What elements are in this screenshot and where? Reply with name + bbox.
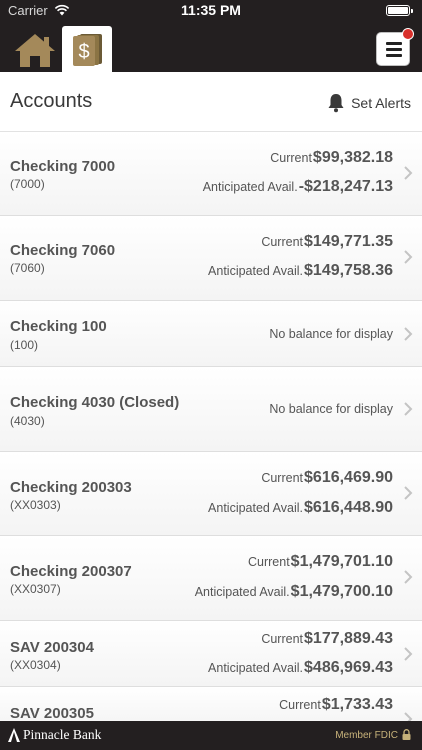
- account-name: SAV 200304: [10, 639, 94, 656]
- set-alerts-label: Set Alerts: [351, 95, 411, 111]
- account-row[interactable]: Checking 200303 (XX0303) Current $616,46…: [0, 452, 422, 536]
- account-number: (XX0303): [10, 498, 61, 512]
- home-icon: [15, 34, 55, 67]
- current-balance: Current $616,469.90: [261, 469, 393, 486]
- chevron-right-icon: [404, 250, 413, 264]
- account-row[interactable]: Checking 7000 (7000) Current $99,382.18 …: [0, 132, 422, 216]
- anticipated-balance: Anticipated Avail. $486,969.43: [208, 659, 393, 676]
- account-name: Checking 4030 (Closed): [10, 394, 180, 411]
- anticipated-balance: Anticipated Avail. -$218,247.13: [202, 178, 393, 195]
- anticipated-balance: Anticipated Avail. $149,758.36: [208, 262, 393, 279]
- no-balance-text: No balance for display: [269, 327, 393, 341]
- current-balance: Current $99,382.18: [270, 149, 393, 166]
- current-balance: Current $149,771.35: [261, 233, 393, 250]
- account-row[interactable]: Checking 100 (100) No balance for displa…: [0, 301, 422, 367]
- account-number: (XX0307): [10, 582, 61, 596]
- lock-icon: [402, 729, 411, 740]
- bank-name: Pinnacle Bank: [23, 727, 102, 742]
- svg-text:$: $: [78, 41, 89, 63]
- account-name: Checking 200307: [10, 563, 132, 580]
- account-name: Checking 7000: [10, 158, 116, 175]
- chevron-right-icon: [404, 166, 413, 180]
- status-bar: Carrier 11:35 PM: [0, 0, 422, 22]
- accounts-list: Checking 7000 (7000) Current $99,382.18 …: [0, 132, 422, 727]
- page-title: Accounts: [10, 90, 93, 112]
- account-name: SAV 200305: [10, 705, 94, 722]
- current-balance: Current $177,889.43: [261, 630, 393, 647]
- bank-logo: Pinnacle Bank: [8, 727, 101, 743]
- set-alerts-button[interactable]: Set Alerts: [327, 91, 411, 115]
- pinnacle-logo-icon: [8, 728, 20, 742]
- notification-badge: [402, 28, 414, 40]
- battery-icon: [386, 5, 413, 16]
- fdic-label: Member FDIC: [335, 730, 398, 741]
- chevron-right-icon: [404, 486, 413, 500]
- account-name: Checking 100: [10, 318, 107, 335]
- account-name: Checking 200303: [10, 479, 132, 496]
- current-balance: Current $1,479,701.10: [247, 553, 393, 570]
- accounts-tab[interactable]: $: [62, 26, 112, 72]
- anticipated-balance: Anticipated Avail. $616,448.90: [208, 499, 393, 516]
- account-number: (4030): [10, 414, 45, 428]
- account-name: Checking 7060: [10, 242, 116, 259]
- current-balance: Current $1,733.43: [279, 696, 393, 713]
- account-number: (XX0304): [10, 658, 61, 672]
- account-row[interactable]: Checking 7060 (7060) Current $149,771.35…: [0, 216, 422, 301]
- account-number: (100): [10, 338, 39, 352]
- top-bar: Carrier 11:35 PM $: [0, 0, 422, 72]
- account-number: (7060): [10, 261, 45, 275]
- home-tab[interactable]: [12, 30, 58, 70]
- account-number: (7000): [10, 177, 45, 191]
- no-balance-text: No balance for display: [269, 402, 393, 416]
- account-row[interactable]: Checking 4030 (Closed) (4030) No balance…: [0, 367, 422, 452]
- anticipated-balance: Anticipated Avail. $1,479,700.10: [194, 583, 393, 600]
- footer-bar: Pinnacle Bank Member FDIC: [0, 721, 422, 750]
- chevron-right-icon: [404, 402, 413, 416]
- menu-button[interactable]: [376, 28, 414, 66]
- dollar-ledger-icon: $: [73, 34, 102, 66]
- chevron-right-icon: [404, 647, 413, 661]
- account-row[interactable]: Checking 200307 (XX0307) Current $1,479,…: [0, 536, 422, 621]
- chevron-right-icon: [404, 327, 413, 341]
- bell-icon: [328, 94, 344, 113]
- chevron-right-icon: [404, 570, 413, 584]
- account-row[interactable]: SAV 200304 (XX0304) Current $177,889.43 …: [0, 621, 422, 687]
- clock: 11:35 PM: [181, 2, 241, 18]
- page-header: Accounts Set Alerts: [0, 72, 422, 132]
